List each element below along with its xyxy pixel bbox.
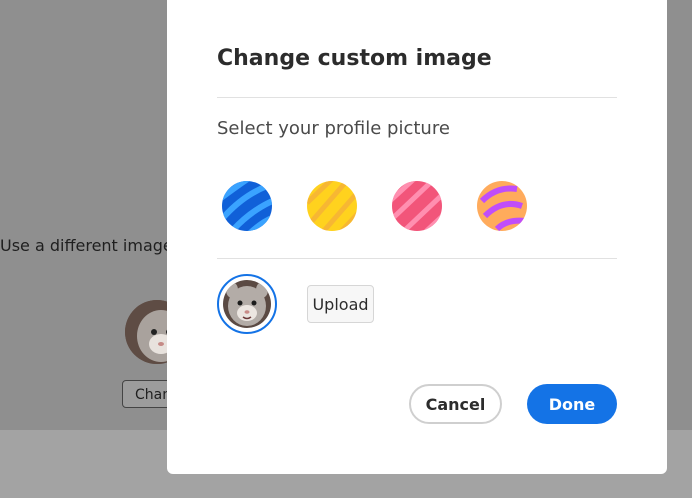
change-image-dialog: Change custom image Select your profile …: [167, 0, 667, 474]
swatch-purple-orange[interactable]: [477, 181, 527, 231]
swatch-pink[interactable]: [392, 181, 442, 231]
upload-button[interactable]: Upload: [307, 285, 374, 323]
selected-custom-image[interactable]: [217, 274, 277, 334]
dialog-subtitle: Select your profile picture: [217, 118, 450, 139]
background-instruction-text: Use a different image or: [0, 236, 195, 255]
dialog-title: Change custom image: [217, 46, 492, 71]
swatch-divider: [217, 258, 617, 259]
done-button[interactable]: Done: [527, 384, 617, 424]
cancel-button[interactable]: Cancel: [409, 384, 502, 424]
title-divider: [217, 97, 617, 98]
swatch-blue[interactable]: [222, 181, 272, 231]
swatch-yellow[interactable]: [307, 181, 357, 231]
custom-image-thumbnail: [223, 280, 271, 328]
